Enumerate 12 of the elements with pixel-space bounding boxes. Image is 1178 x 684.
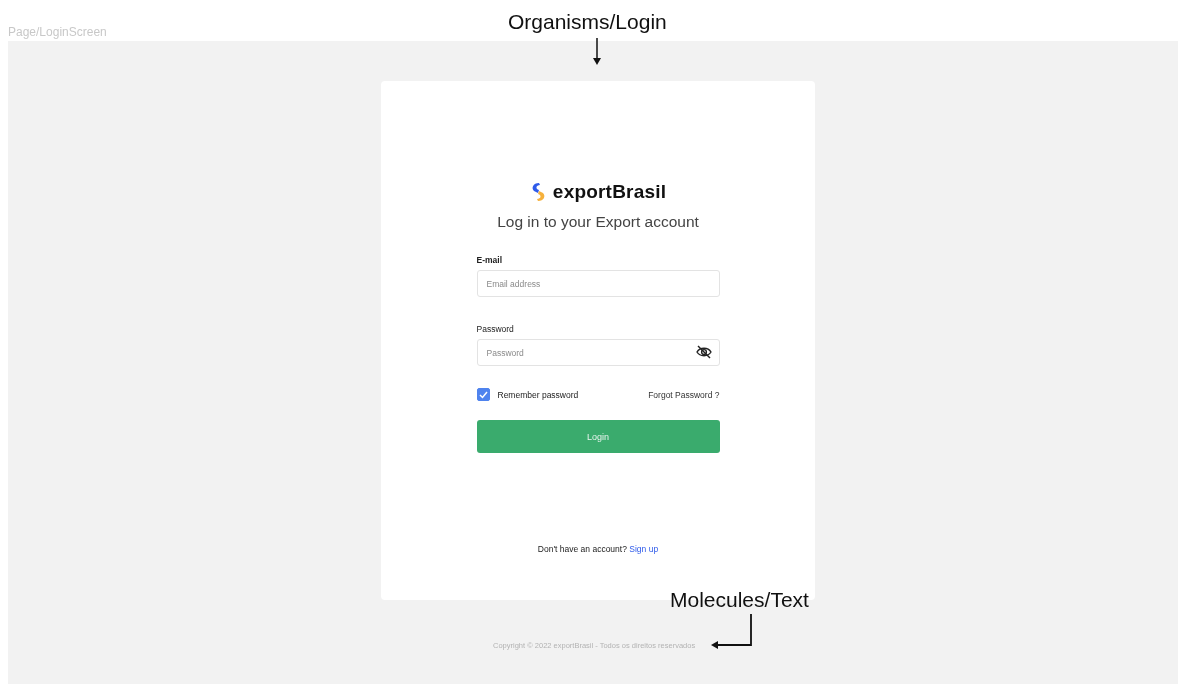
field-label: Password [476,324,514,334]
annotation-label: Organisms/Login [508,10,667,34]
signup-prompt: Don't have an account? Sign up [537,544,659,554]
password-field[interactable]: Password [476,339,720,366]
remember-label[interactable]: Remember password [497,389,579,400]
forgot-password-link[interactable]: Forgot Password ? [648,389,720,400]
login-title: Log in to your Export account [497,213,699,231]
brand-name: exportBrasil [552,181,667,203]
field-label: E-mail [476,255,502,265]
signup-link[interactable]: Sign up [629,544,659,554]
email-field[interactable]: Email address [476,270,720,297]
annotation-label: Molecules/Text [670,588,809,612]
